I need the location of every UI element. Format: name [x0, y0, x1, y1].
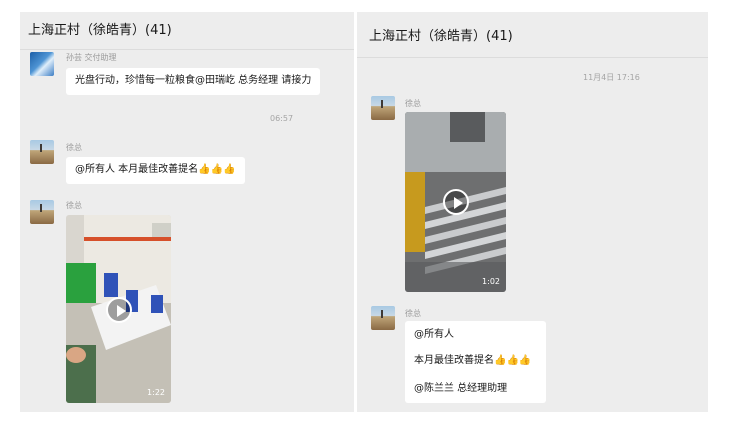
message-line: @陈兰兰 总经理助理	[414, 383, 508, 394]
avatar-sunyun[interactable]	[30, 52, 54, 76]
message-line-row: 本月最佳改善提名👍👍👍	[414, 342, 537, 368]
video-duration: 1:22	[147, 388, 165, 397]
message-timestamp: 06:57	[270, 114, 294, 123]
message-line: @所有人	[414, 329, 454, 340]
thumbs-up-icon: 👍👍👍	[198, 164, 236, 175]
video-message[interactable]: 1:02	[405, 112, 506, 292]
play-icon[interactable]	[106, 297, 132, 323]
avatar-xuzong[interactable]	[371, 96, 395, 120]
message-bubble[interactable]: @所有人 本月最佳改善提名👍👍👍	[66, 157, 245, 184]
chat-title: 上海正村（徐皓青）(41)	[20, 12, 354, 50]
sender-name: 徐总	[405, 309, 421, 318]
sender-name: 孙芸 交付助理	[66, 53, 117, 62]
play-icon[interactable]	[443, 189, 469, 215]
avatar-xuzong[interactable]	[30, 140, 54, 164]
message-line-row: @陈兰兰 总经理助理	[414, 368, 537, 396]
message-bubble[interactable]: @所有人 本月最佳改善提名👍👍👍 @陈兰兰 总经理助理	[405, 321, 546, 403]
avatar-xuzong[interactable]	[371, 306, 395, 330]
sender-name: 徐总	[66, 201, 82, 210]
message-text: @所有人 本月最佳改善提名	[75, 164, 199, 175]
thumbs-up-icon: 👍👍👍	[494, 355, 532, 366]
chat-panel-left: 上海正村（徐皓青）(41) 孙芸 交付助理 光盘行动，珍惜每一粒粮食@田瑞屹 总…	[20, 12, 354, 412]
message-bubble[interactable]: 光盘行动，珍惜每一粒粮食@田瑞屹 总务经理 请接力	[66, 68, 321, 95]
chat-panel-right: 上海正村（徐皓青）(41) 11月4日 17:16 徐总 1:02 徐总 @所有…	[357, 12, 708, 412]
chat-title: 上海正村（徐皓青）(41)	[357, 12, 708, 58]
video-duration: 1:02	[482, 277, 500, 286]
message-text: 光盘行动，珍惜每一粒粮食@田瑞屹 总务经理 请接力	[75, 75, 312, 86]
video-message[interactable]: 1:22	[66, 215, 171, 403]
sender-name: 徐总	[66, 143, 82, 152]
avatar-xuzong[interactable]	[30, 200, 54, 224]
message-line: 本月最佳改善提名	[414, 355, 494, 366]
sender-name: 徐总	[405, 99, 421, 108]
message-timestamp: 11月4日 17:16	[583, 73, 640, 82]
